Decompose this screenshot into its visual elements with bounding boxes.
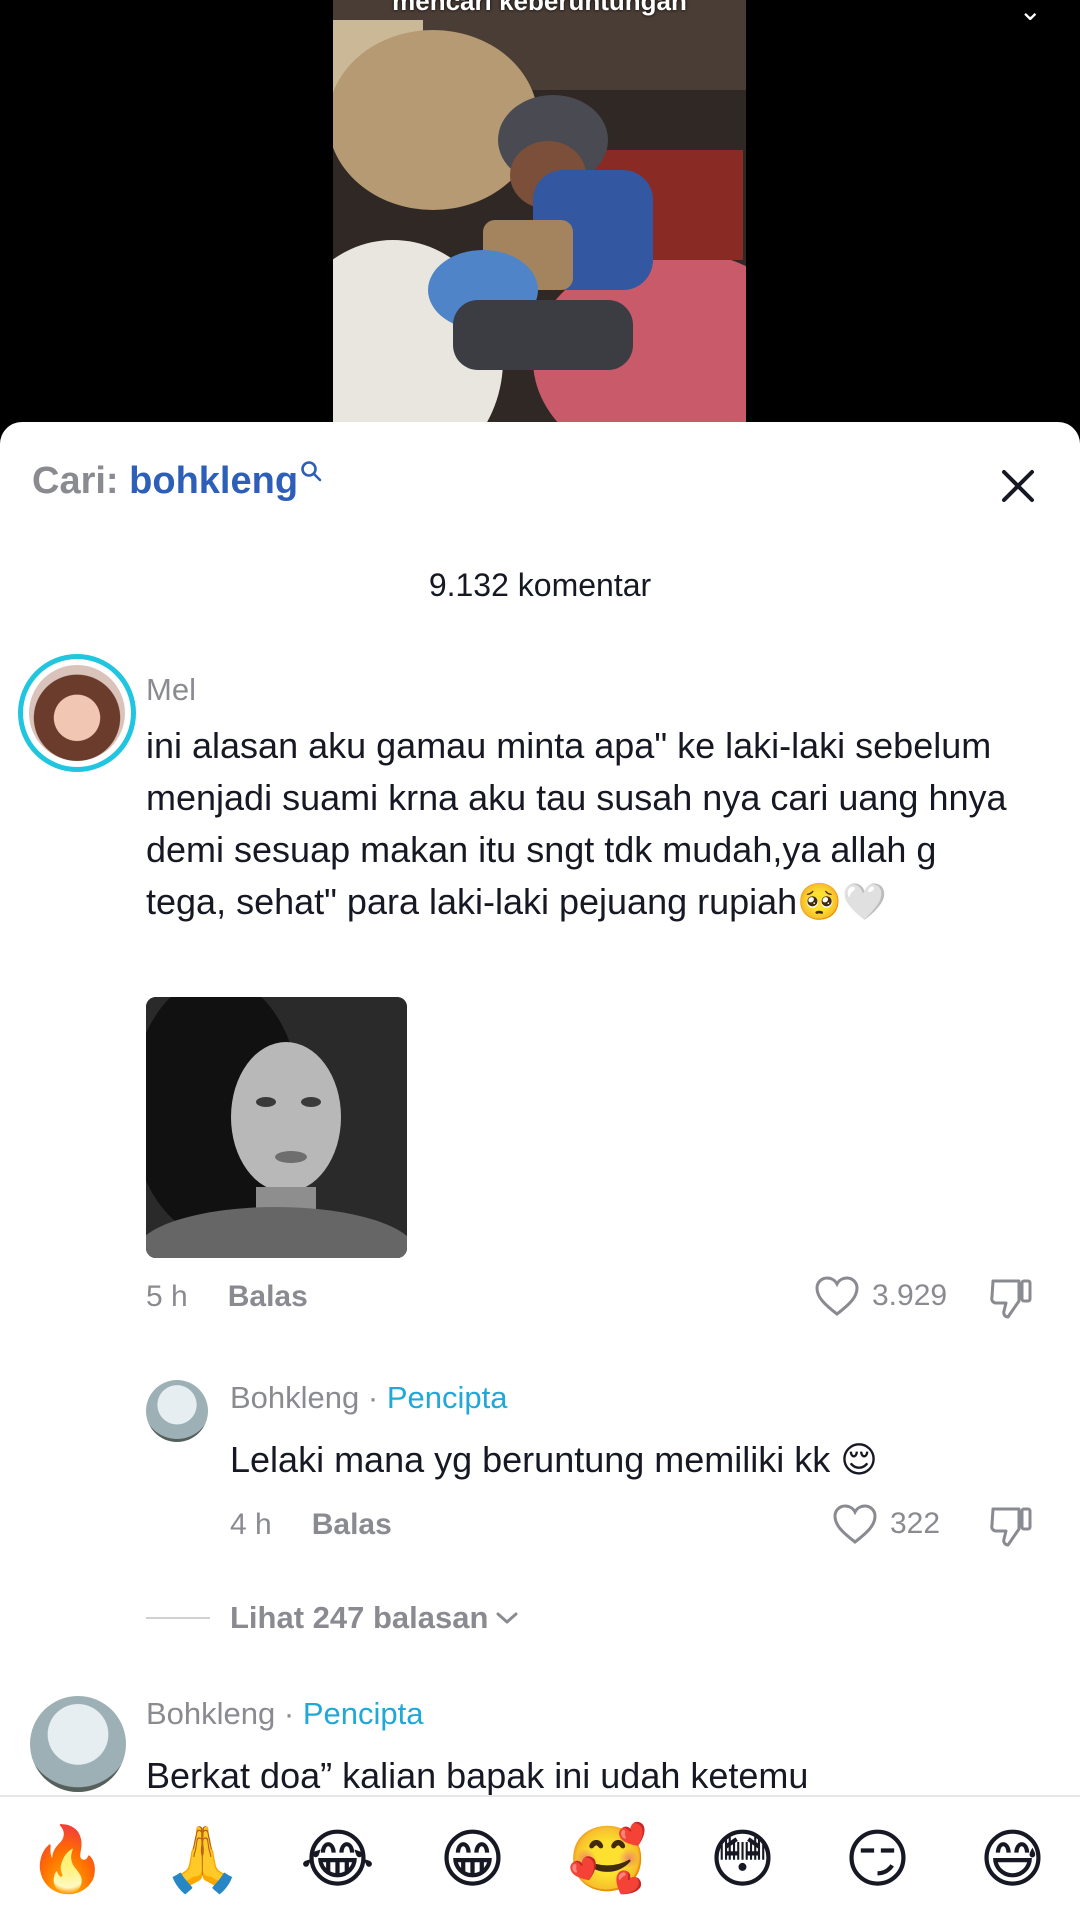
dislike-button[interactable] — [988, 1503, 1034, 1549]
avatar-image — [29, 665, 125, 761]
avatar[interactable] — [30, 1696, 126, 1792]
comment-image-illustration — [146, 997, 407, 1258]
search-suggestion[interactable]: Cari: bohkleng — [32, 460, 322, 503]
search-prefix: Cari: — [32, 460, 119, 502]
reply-button[interactable]: Balas — [312, 1508, 392, 1541]
divider — [146, 1617, 210, 1619]
like-button[interactable]: 322 — [832, 1503, 940, 1545]
comment-username-row: Bohkleng · Pencipta — [146, 1696, 424, 1732]
video-player[interactable]: mencari keberuntungan ⌄ — [0, 0, 1080, 440]
reply-username-row: Bohkleng · Pencipta — [230, 1380, 508, 1416]
creator-badge: Pencipta — [386, 1380, 508, 1415]
heart-icon — [815, 1276, 859, 1316]
emoji-quick-bar: 🔥 🙏 😂 😁 🥰 😳 😏 😅 — [0, 1795, 1080, 1922]
emoji-hearts-button[interactable]: 🥰 — [563, 1822, 653, 1897]
separator-dot: · — [367, 1380, 379, 1415]
search-icon — [300, 460, 322, 489]
emoji-flushed-button[interactable]: 😳 — [698, 1823, 788, 1897]
comment-meta: 5 h Balas — [146, 1280, 308, 1314]
search-term[interactable]: bohkleng — [129, 460, 298, 502]
close-icon — [1002, 470, 1034, 502]
comment-username[interactable]: Mel — [146, 672, 196, 708]
emoji-pray-button[interactable]: 🙏 — [158, 1822, 248, 1897]
comment-text: ini alasan aku gamau minta apa" ke laki-… — [146, 725, 1007, 922]
reply-username[interactable]: Bohkleng — [230, 1380, 359, 1415]
video-caption: mencari keberuntungan — [392, 0, 687, 16]
avatar[interactable] — [146, 1380, 208, 1442]
like-count: 322 — [890, 1507, 941, 1540]
video-thumbnail[interactable]: mencari keberuntungan — [333, 0, 746, 440]
reply-text: Lelaki mana yg beruntung memiliki kk 😌 — [230, 1439, 878, 1480]
reply-time: 4 h — [230, 1508, 272, 1541]
emoji-fire-button[interactable]: 🔥 — [23, 1822, 113, 1897]
emoji-joy-button[interactable]: 😂 — [293, 1823, 383, 1897]
like-count: 3.929 — [872, 1279, 948, 1312]
more-icon[interactable]: ⌄ — [1019, 0, 1042, 27]
chevron-down-icon — [496, 1612, 518, 1624]
comment-time: 5 h — [146, 1280, 188, 1313]
thumbs-down-icon — [990, 1507, 1032, 1547]
emoji-sweat-smile-button[interactable]: 😅 — [968, 1823, 1058, 1897]
comments-sheet: Cari: bohkleng 9.132 komentar Mel ini al… — [0, 422, 1080, 1920]
comment-image[interactable] — [146, 997, 407, 1258]
view-replies-button[interactable]: Lihat 247 balasan — [146, 1600, 520, 1636]
video-scene-illustration — [333, 0, 746, 440]
emoji-smirk-button[interactable]: 😏 — [833, 1823, 923, 1897]
separator-dot: · — [283, 1696, 295, 1731]
avatar[interactable] — [18, 654, 136, 772]
emoji-grin-button[interactable]: 😁 — [428, 1823, 518, 1897]
view-replies-label: Lihat 247 balasan — [230, 1600, 489, 1635]
comment-count: 9.132 komentar — [428, 567, 652, 603]
reply-button[interactable]: Balas — [228, 1280, 308, 1313]
reply-meta: 4 h Balas — [230, 1508, 392, 1542]
dislike-button[interactable] — [988, 1275, 1034, 1321]
close-button[interactable] — [994, 462, 1042, 510]
comment-username[interactable]: Bohkleng — [146, 1696, 275, 1731]
heart-icon — [833, 1504, 877, 1544]
like-button[interactable]: 3.929 — [814, 1275, 947, 1317]
creator-badge: Pencipta — [302, 1696, 424, 1731]
thumbs-down-icon — [990, 1279, 1032, 1319]
